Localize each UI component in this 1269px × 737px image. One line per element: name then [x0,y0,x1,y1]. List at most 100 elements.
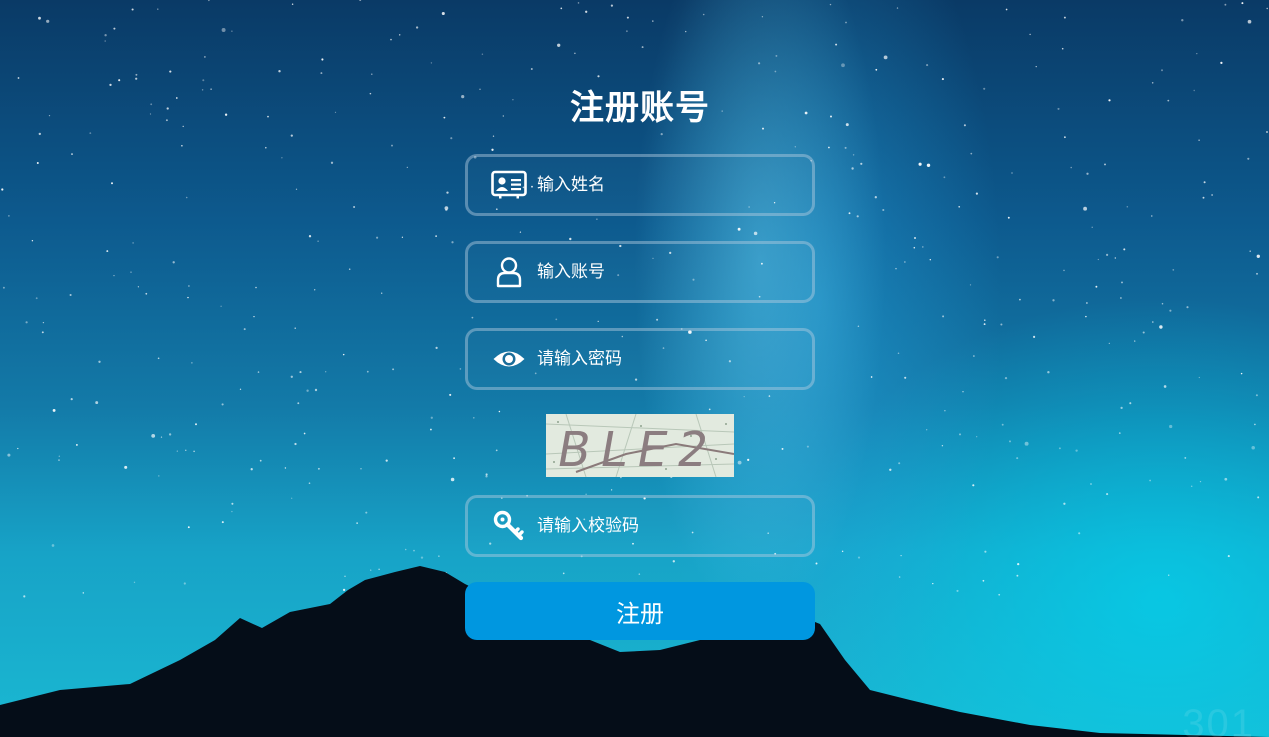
star [131,8,134,11]
star [344,575,346,578]
star [359,0,362,2]
star [1255,394,1258,397]
star [574,52,576,55]
star [1029,33,1031,36]
star [1256,254,1260,258]
star [435,235,437,237]
star [231,502,234,505]
account-field[interactable] [465,241,815,303]
star [1193,89,1195,92]
star [231,30,233,32]
star [294,442,297,446]
star [929,259,931,261]
star [133,581,136,584]
star [295,188,298,190]
name-field[interactable] [465,154,815,216]
star [1123,248,1126,251]
captcha-field[interactable] [465,495,815,557]
star [137,286,140,288]
star [1085,315,1087,318]
star [48,114,51,117]
star [353,205,356,209]
star [250,468,253,471]
star [132,242,134,244]
star [185,196,188,199]
star [958,205,961,208]
star [415,26,419,29]
star [314,388,318,392]
star [841,63,845,68]
star [926,64,929,67]
star [17,447,19,450]
star [918,162,922,166]
star [1159,325,1163,329]
star [371,73,373,75]
star [441,11,445,16]
star [1017,562,1020,566]
name-input[interactable] [537,175,787,195]
star [25,321,28,324]
star [168,433,172,436]
star [1024,441,1029,446]
star [1172,269,1175,271]
star [956,589,959,592]
star [334,111,337,113]
star [976,436,978,438]
star [1161,69,1163,72]
star [1190,485,1193,487]
star [560,7,563,10]
star [1011,172,1013,174]
eye-icon [490,342,528,376]
star [1019,298,1021,301]
star [185,449,187,451]
star [848,212,851,215]
star [1184,456,1187,459]
star [1142,331,1145,334]
password-input[interactable] [537,349,787,369]
star [1090,483,1092,485]
id-card-icon [490,168,528,202]
star [1266,131,1268,133]
star [420,556,424,559]
star [845,21,847,24]
star [391,144,393,147]
star [7,453,11,457]
star [1004,376,1008,380]
star [883,55,888,60]
star [1106,493,1109,496]
star [70,398,73,401]
star [1007,216,1010,219]
star [597,75,600,78]
star [1118,432,1121,434]
star [870,376,873,378]
star [82,592,85,594]
star [325,371,327,373]
register-button[interactable]: 注册 [465,582,815,640]
star [1161,302,1164,305]
star [404,548,407,551]
star [904,376,907,379]
star [1086,302,1088,304]
star [904,261,906,263]
star [983,323,986,326]
star [874,196,877,199]
page-title: 注册账号 [570,88,710,128]
star [1047,370,1050,374]
captcha-input[interactable] [537,516,787,536]
star [958,433,962,436]
star [453,457,455,460]
star [145,292,148,295]
star [1083,206,1088,211]
star [259,459,262,462]
password-field[interactable] [465,328,815,390]
account-input[interactable] [537,262,787,282]
captcha-image[interactable]: BLE2 [546,414,734,477]
star [1063,269,1065,272]
star [1251,445,1255,450]
star [69,293,72,297]
star [330,161,334,164]
star [641,46,644,49]
star [356,522,358,524]
star [1198,376,1200,379]
star [1196,52,1198,55]
